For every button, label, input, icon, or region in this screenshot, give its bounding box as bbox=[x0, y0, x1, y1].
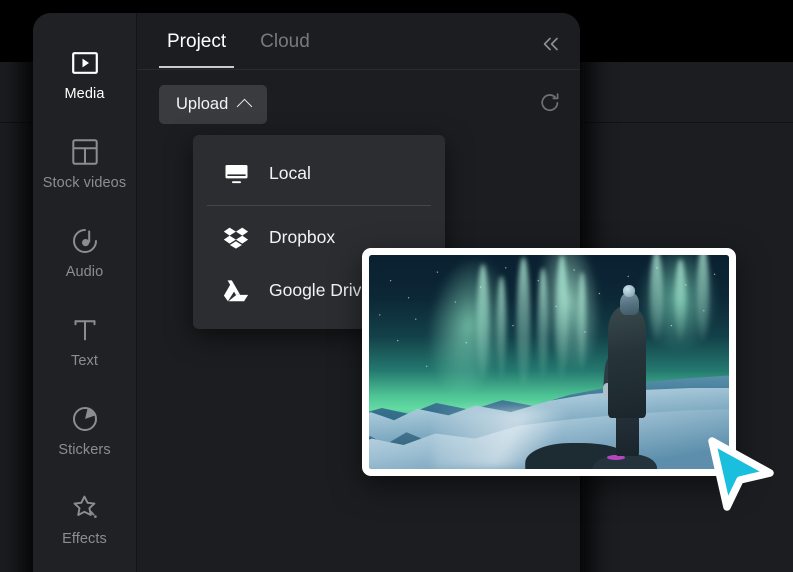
menu-item-label: Google Drive bbox=[269, 280, 371, 301]
chevron-up-icon bbox=[237, 98, 253, 114]
media-thumbnail-card[interactable] bbox=[362, 248, 736, 476]
person-jacket bbox=[608, 306, 646, 417]
sidebar-item-label: Media bbox=[65, 86, 105, 102]
sidebar-item-label: Stock videos bbox=[43, 175, 126, 191]
sticker-circle-icon bbox=[71, 405, 99, 433]
grid-layout-icon bbox=[71, 138, 99, 166]
sidebar-item-effects[interactable]: Effects bbox=[33, 476, 137, 565]
tab-label: Project bbox=[167, 31, 226, 52]
text-t-icon bbox=[71, 316, 99, 344]
double-chevron-left-icon[interactable] bbox=[538, 33, 564, 55]
dropbox-icon bbox=[223, 225, 249, 251]
sidebar-item-stock-videos[interactable]: Stock videos bbox=[33, 120, 137, 209]
menu-separator bbox=[207, 205, 431, 206]
media-thumbnail-image bbox=[369, 255, 729, 469]
screenshot-root: Media Stock videos bbox=[0, 0, 793, 572]
tab-project[interactable]: Project bbox=[159, 13, 234, 67]
tab-label: Cloud bbox=[260, 31, 310, 52]
sidebar-item-text[interactable]: Text bbox=[33, 298, 137, 387]
menu-item-local[interactable]: Local bbox=[193, 147, 445, 200]
menu-item-label: Local bbox=[269, 163, 311, 184]
upload-button-label: Upload bbox=[176, 95, 228, 114]
tab-bar: Project Cloud bbox=[137, 13, 580, 70]
upload-toolbar: Upload bbox=[137, 70, 580, 128]
menu-item-label: Dropbox bbox=[269, 227, 335, 248]
audio-note-icon bbox=[71, 227, 99, 255]
monitor-icon bbox=[223, 161, 249, 187]
refresh-icon[interactable] bbox=[538, 91, 562, 115]
sidebar-item-label: Audio bbox=[66, 264, 104, 280]
sidebar-item-stickers[interactable]: Stickers bbox=[33, 387, 137, 476]
sidebar-item-media[interactable]: Media bbox=[33, 31, 137, 120]
person-beanie-pompom bbox=[623, 285, 635, 296]
media-player-icon bbox=[71, 49, 99, 77]
sidebar-item-audio[interactable]: Audio bbox=[33, 209, 137, 298]
star-sparkle-icon bbox=[71, 494, 99, 522]
upload-button[interactable]: Upload bbox=[159, 85, 267, 124]
sidebar-item-label: Effects bbox=[62, 531, 107, 547]
tab-cloud[interactable]: Cloud bbox=[252, 13, 318, 67]
google-drive-icon bbox=[223, 278, 249, 304]
sidebar-item-label: Stickers bbox=[58, 442, 110, 458]
sidebar-item-label: Text bbox=[71, 353, 98, 369]
sidebar-rail: Media Stock videos bbox=[33, 13, 137, 572]
